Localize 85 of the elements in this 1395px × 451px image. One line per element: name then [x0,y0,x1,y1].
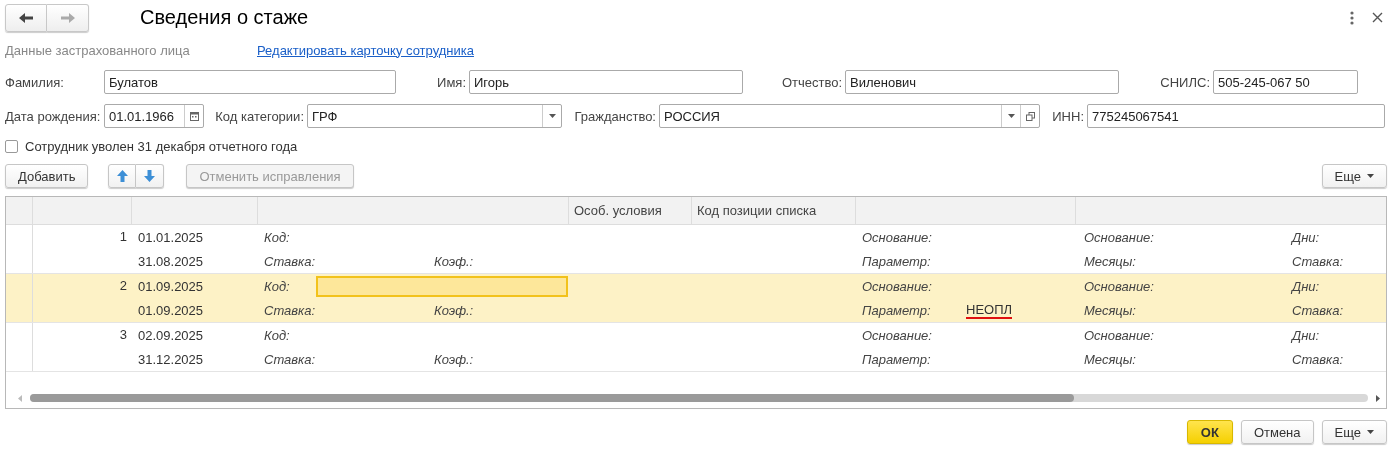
cell-label: Ставка: [264,302,317,318]
input-field[interactable]: Булатов [104,70,396,94]
move-up-button[interactable] [108,164,137,188]
more-button[interactable]: Еще [1321,164,1387,188]
up-arrow-icon [116,170,128,182]
cell-label: Параметр: [862,351,932,367]
cell-label: Коэф.: [434,351,474,367]
table-cell-text: 31.08.2025 [138,252,205,271]
field-label: Фамилия: [5,74,65,90]
cell-label: Ставка: [1292,302,1344,318]
forward-arrow-icon [59,11,76,24]
input-field[interactable]: РОССИЯ [659,104,1040,128]
horizontal-scrollbar[interactable] [30,394,1368,402]
calendar-icon[interactable] [189,111,199,121]
field-label: ИНН: [1051,108,1085,124]
caret-icon [1367,430,1374,434]
section-label: Данные застрахованного лица [5,42,191,58]
input-field[interactable]: 01.01.1966 [104,104,204,128]
column-header[interactable]: Особ. условия [574,203,662,218]
field-label: Дата рождения: [5,108,102,124]
input-field[interactable]: Виленович [845,70,1119,94]
cell-label: Основание: [862,229,932,245]
more-menu-icon[interactable] [1350,10,1354,25]
cell-label: Код: [264,229,291,245]
cell-label: Код: [264,278,291,294]
field-label: Имя: [436,74,467,90]
checkbox[interactable] [5,139,18,153]
table-cell-text: 02.09.2025 [138,326,205,345]
open-window-icon[interactable] [1025,111,1035,121]
cell-label: Месяцы: [1084,253,1136,269]
row-number: 3 [119,327,127,342]
table-cell-text: 01.09.2025 [138,301,205,320]
table-cell: НЕОПЛ [966,301,1013,319]
cell-label: Месяцы: [1084,351,1136,367]
cell-label: Ставка: [1292,351,1344,367]
field-label: Отчество: [780,74,843,90]
cell-label: Параметр: [862,253,932,269]
cell-label: Дни: [1292,278,1320,294]
cell-label: Дни: [1292,327,1320,343]
column-header[interactable]: Код позиции списка [697,203,817,218]
field-label: Код категории: [214,108,305,124]
caret-icon [1367,174,1374,178]
field-label: СНИЛС: [1159,74,1211,90]
edit-card-link[interactable]: Редактировать карточку сотрудника [257,42,474,58]
back-arrow-icon [18,11,34,24]
cell-label: Дни: [1292,229,1320,245]
add-button[interactable]: Добавить [5,164,89,188]
checkbox-label: Сотрудник уволен 31 декабря отчетного года [25,138,298,154]
cell-label: Код: [264,327,291,343]
window-title: Сведения о стаже [140,6,309,29]
field-label: Гражданство: [573,108,657,124]
cell-label: Ставка: [264,253,317,269]
dropdown-caret-icon[interactable] [548,114,556,118]
cell-label: Основание: [1084,278,1154,294]
input-field[interactable]: ГРФ [307,104,562,128]
row-number: 1 [119,229,127,244]
row-number: 2 [119,278,127,293]
input-field[interactable]: 505-245-067 50 [1213,70,1358,94]
table-cell-text: 01.01.2025 [138,228,205,247]
input-field[interactable]: Игорь [469,70,743,94]
table-cell-text: 01.09.2025 [138,277,205,296]
cell-label: Основание: [1084,327,1154,343]
more-button[interactable]: Еще [1321,420,1387,444]
table-cell-text: 31.12.2025 [138,350,205,369]
dropdown-caret-icon[interactable] [1007,114,1015,118]
cell-label: Параметр: [862,302,932,318]
table-row[interactable]: 3 02.09.2025 31.12.2025 Код: Ставка: Коэф.: Основание: Параметр: Основание: Месяцы: Дни: Ставка: [6,323,1386,372]
cell-label: Основание: [1084,229,1154,245]
cell-label: Ставка: [264,351,317,367]
cell-label: Основание: [862,278,932,294]
scroll-right-icon[interactable] [1376,394,1380,402]
input-field[interactable]: 775245067541 [1087,104,1385,128]
active-input-field[interactable] [316,275,568,297]
move-down-button[interactable] [136,164,165,188]
down-arrow-icon [144,170,156,182]
cancel-button[interactable]: Отмена [1240,420,1314,444]
cell-label: Ставка: [1292,253,1344,269]
close-icon[interactable] [1372,12,1383,23]
cell-label: Коэф.: [434,302,474,318]
cell-label: Основание: [862,327,932,343]
table-row[interactable]: 2 01.09.2025 01.09.2025 Код: Ставка: Коэф.: Основание: Параметр: НЕОПЛ Основание: Месяцы: Дни: Ставка: [6,274,1386,323]
cell-label: Коэф.: [434,253,474,269]
back-button[interactable] [5,3,47,32]
cell-label: Месяцы: [1084,302,1136,318]
ok-button[interactable]: ОК [1186,420,1233,444]
